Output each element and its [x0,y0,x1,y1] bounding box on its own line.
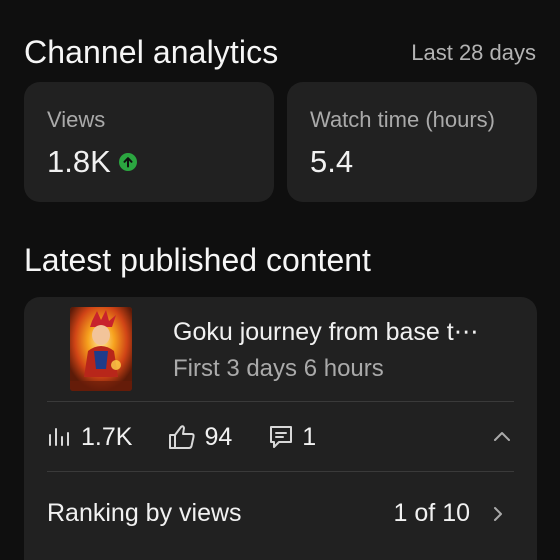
date-range-label[interactable]: Last 28 days [411,40,536,66]
arrow-up-icon [118,153,137,171]
video-subtitle: First 3 days 6 hours [173,355,384,382]
divider [47,471,514,472]
views-value-row: 1.8K [47,144,137,180]
ranking-label: Ranking by views [47,499,242,527]
bar-chart-icon [47,425,73,449]
latest-content-title: Latest published content [24,242,371,278]
watch-time-label: Watch time (hours) [310,107,496,132]
video-thumbnail[interactable] [70,307,132,391]
analytics-screen: Channel analytics Last 28 days Views 1.8… [0,0,560,560]
comments-metric: 1 [268,423,316,452]
views-card[interactable]: Views 1.8K [24,82,274,202]
comments-metric-value: 1 [302,422,317,451]
views-metric-value: 1.7K [81,422,133,451]
watch-time-card[interactable]: Watch time (hours) 5.4 [287,82,537,202]
ranking-value: 1 of 10 [393,499,470,527]
section-title: Channel analytics [24,34,279,70]
chevron-right-icon [492,505,504,523]
analytics-header: Channel analytics Last 28 days [24,34,536,82]
latest-content-card[interactable]: Goku journey from base t⋯ First 3 days 6… [24,297,537,560]
video-title[interactable]: Goku journey from base t⋯ [173,317,513,347]
collapse-chevron-up-icon[interactable] [490,425,514,449]
views-label: Views [47,107,106,132]
ranking-row[interactable]: Ranking by views 1 of 10 [47,493,514,533]
video-metrics-row: 1.7K 94 1 [47,419,514,455]
likes-metric: 94 [168,423,232,452]
watch-time-value-row: 5.4 [310,144,353,180]
likes-metric-value: 94 [204,422,233,451]
comment-icon [268,424,294,450]
views-value: 1.8K [47,144,111,179]
views-metric: 1.7K [47,423,132,452]
thumbs-up-icon [168,424,196,450]
watch-time-value: 5.4 [310,144,354,179]
divider [47,401,514,402]
